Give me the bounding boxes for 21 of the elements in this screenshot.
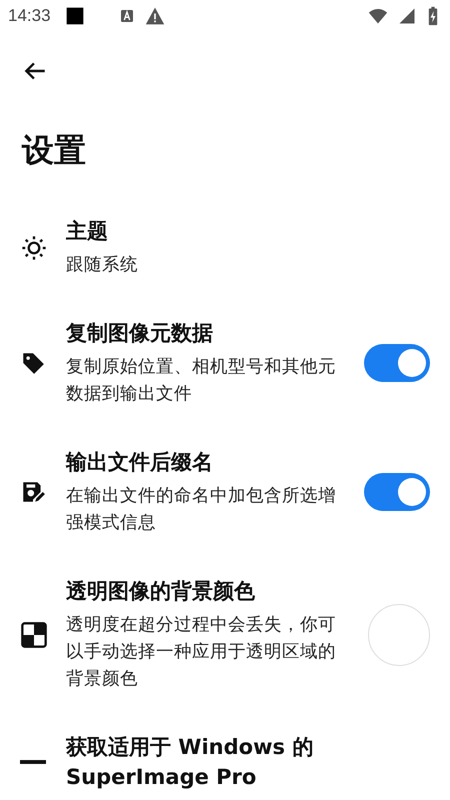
setting-title: 复制图像元数据 — [66, 320, 214, 347]
warning-icon — [144, 6, 165, 26]
notification-icon — [118, 8, 135, 24]
setting-description: 在输出文件的命名中加包含所选增强模式信息 — [66, 485, 337, 535]
setting-description: 复制原始位置、相机型号和其他元数据到输出文件 — [66, 356, 337, 406]
status-time: 14:33 — [8, 6, 51, 26]
toggle-switch[interactable] — [364, 473, 430, 511]
setting-title: 透明图像的背景颜色 — [66, 578, 256, 605]
signal-icon — [398, 7, 416, 25]
setting-title: 主题 — [66, 218, 109, 245]
wifi-icon — [368, 6, 388, 26]
sun-icon — [20, 234, 48, 262]
setting-description: 透明度在超分过程中会丢失，你可以手动选择一种应用于透明区域的背景颜色 — [66, 614, 337, 691]
setting-title: 获取适用于 Windows 的 SuperImage Pro — [66, 734, 314, 791]
battery-icon — [426, 6, 440, 26]
setting-description: 跟随系统 — [66, 254, 139, 277]
setting-title: 输出文件后缀名 — [66, 449, 214, 476]
square-icon — [64, 6, 85, 26]
checkerboard-icon — [20, 620, 48, 648]
toggle-switch[interactable] — [364, 344, 430, 382]
page-title: 设置 — [22, 130, 87, 170]
